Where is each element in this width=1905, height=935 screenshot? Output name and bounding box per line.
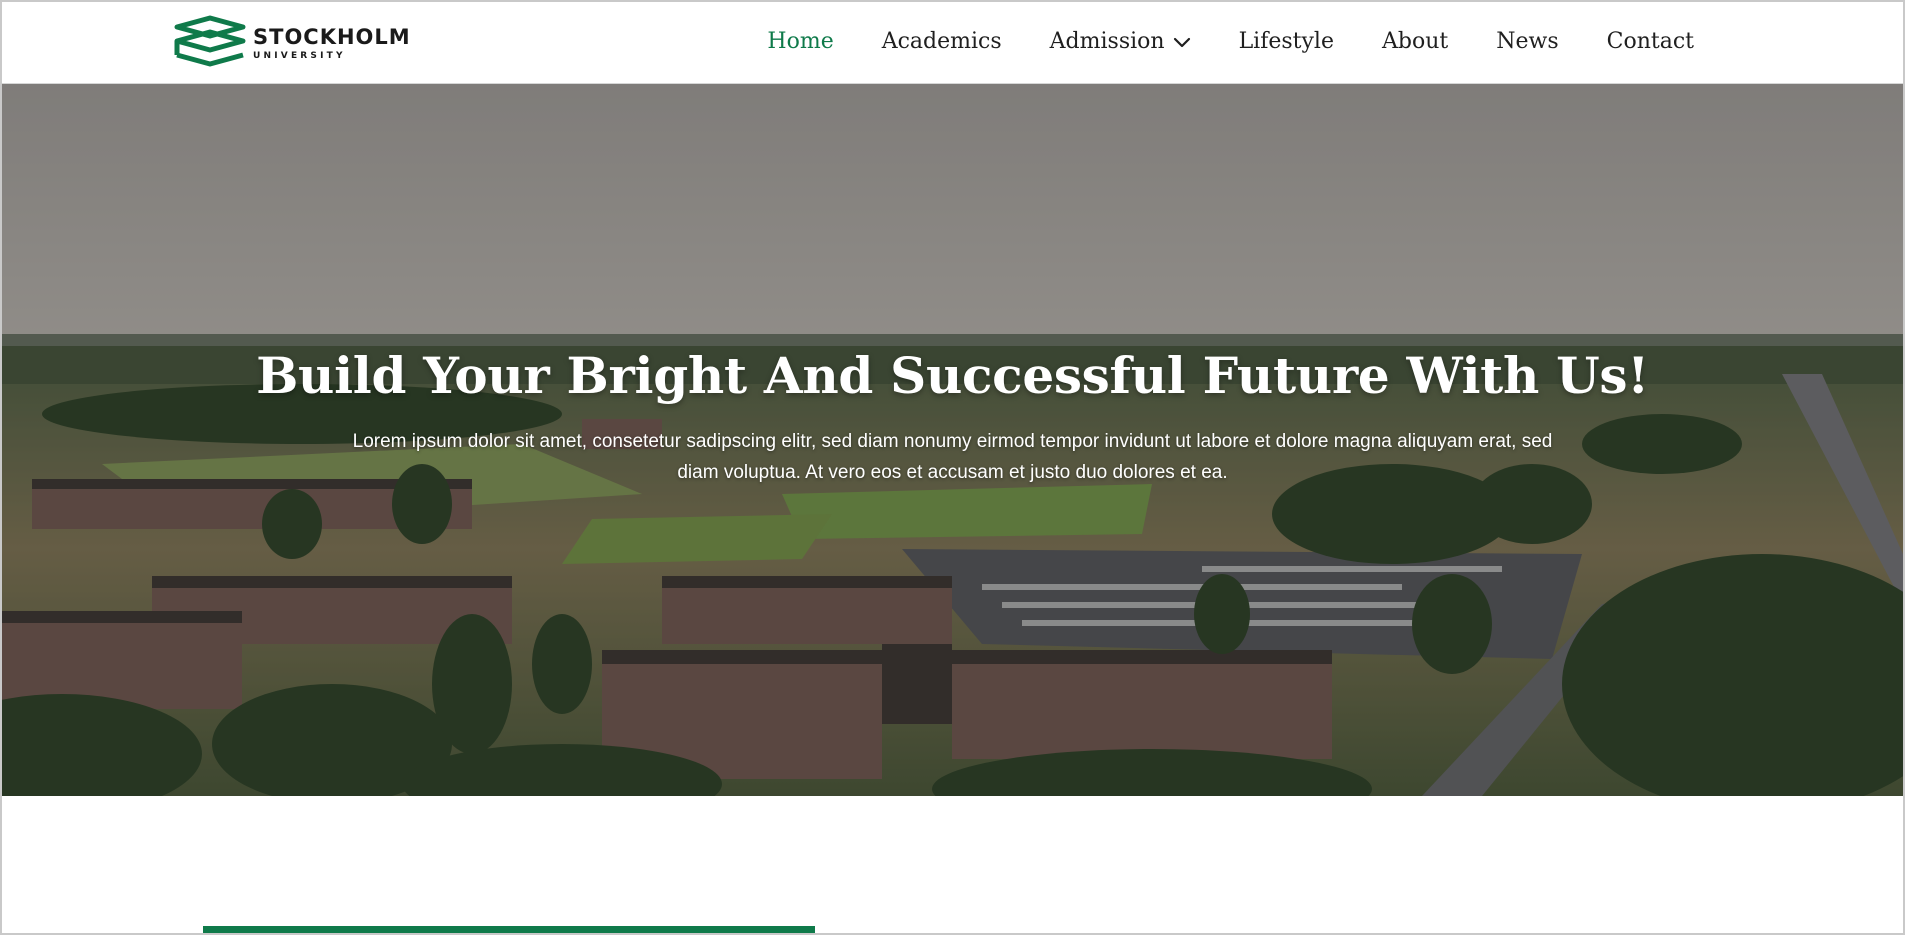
nav-academics[interactable]: Academics bbox=[882, 29, 1002, 54]
hero-description: Lorem ipsum dolor sit amet, consetetur s… bbox=[352, 431, 1553, 483]
nav-lifestyle[interactable]: Lifestyle bbox=[1239, 29, 1334, 54]
nav-admission-label: Admission bbox=[1049, 29, 1165, 54]
hero-content: Build Your Bright And Successful Future … bbox=[2, 346, 1903, 488]
logo-subtitle: UNIVERSITY bbox=[253, 51, 346, 61]
site-logo[interactable]: STOCKHOLM UNIVERSITY bbox=[173, 15, 411, 73]
hero-section: Build Your Bright And Successful Future … bbox=[2, 84, 1903, 796]
nav-contact[interactable]: Contact bbox=[1607, 29, 1694, 54]
logo-name: STOCKHOLM bbox=[253, 25, 411, 49]
nav-about-label: About bbox=[1382, 29, 1449, 54]
nav-news[interactable]: News bbox=[1496, 29, 1558, 54]
logo-mark-icon bbox=[174, 15, 246, 67]
chevron-down-icon bbox=[1173, 37, 1190, 47]
nav-admission[interactable]: Admission bbox=[1050, 29, 1191, 54]
nav-home-label: Home bbox=[767, 29, 834, 54]
nav-home[interactable]: Home bbox=[767, 29, 833, 54]
nav-lifestyle-label: Lifestyle bbox=[1238, 29, 1334, 54]
nav-news-label: News bbox=[1496, 29, 1559, 54]
site-header: STOCKHOLM UNIVERSITY Home Academics Admi… bbox=[0, 0, 1905, 84]
nav-academics-label: Academics bbox=[881, 29, 1002, 54]
section-accent-bar bbox=[203, 926, 815, 933]
main-nav: Home Academics Admission Lifestyle About… bbox=[767, 0, 1694, 83]
nav-about[interactable]: About bbox=[1382, 29, 1448, 54]
nav-contact-label: Contact bbox=[1606, 29, 1694, 54]
hero-title: Build Your Bright And Successful Future … bbox=[256, 346, 1649, 405]
